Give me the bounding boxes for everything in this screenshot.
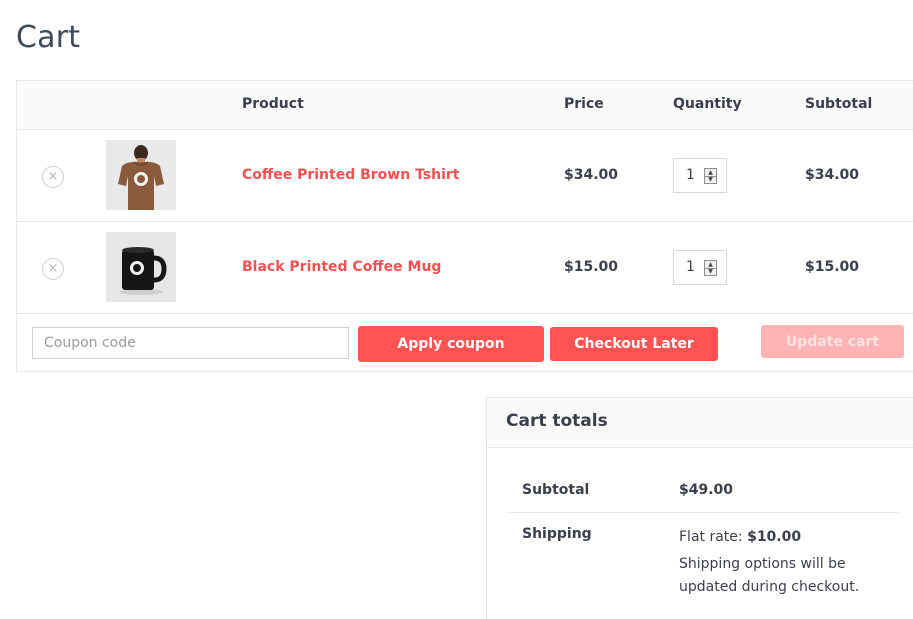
product-thumbnail[interactable] [106,140,176,210]
mug-image [106,232,176,302]
product-link[interactable]: Coffee Printed Brown Tshirt [242,167,459,183]
item-price: $34.00 [564,167,619,183]
decrement-icon[interactable]: ▼ [705,268,716,275]
coupon-input[interactable] [32,327,349,359]
item-subtotal: $15.00 [805,259,860,275]
update-cart-button[interactable]: Update cart [761,325,904,358]
table-row: × Black Printed Coffee Mug $15.00 1 ▲ ▼ … [17,222,913,314]
decrement-icon[interactable]: ▼ [705,176,716,183]
header-subtotal: Subtotal [805,96,873,112]
cart-table: Product Price Quantity Subtotal × Coffee… [16,80,913,372]
header-quantity: Quantity [673,96,742,112]
tshirt-image [106,140,176,210]
cart-actions: Apply coupon Checkout Later Update cart [17,314,913,372]
subtotal-value: $49.00 [679,482,734,498]
cart-totals-title: Cart totals [506,411,608,431]
quantity-value[interactable]: 1 [686,167,695,183]
totals-divider [507,512,899,513]
header-price: Price [564,96,604,112]
table-header: Product Price Quantity Subtotal [17,81,913,130]
item-price: $15.00 [564,259,619,275]
apply-coupon-button[interactable]: Apply coupon [358,326,544,362]
flat-rate-label: Flat rate: [679,529,748,545]
cart-totals: Cart totals Subtotal $49.00 Shipping Fla… [486,397,913,619]
remove-item-button[interactable]: × [42,258,64,280]
quantity-stepper[interactable]: 1 ▲ ▼ [673,250,727,285]
item-subtotal: $34.00 [805,167,860,183]
remove-item-button[interactable]: × [42,166,64,188]
flat-rate-value: $10.00 [747,529,802,545]
cart-totals-header: Cart totals [487,398,913,448]
spin-buttons[interactable]: ▲ ▼ [704,260,717,276]
checkout-later-button[interactable]: Checkout Later [550,327,718,361]
page-title: Cart [16,20,81,55]
quantity-stepper[interactable]: 1 ▲ ▼ [673,158,727,193]
subtotal-label: Subtotal [522,482,590,498]
spin-buttons[interactable]: ▲ ▼ [704,168,717,184]
flat-rate: Flat rate: $10.00 [679,529,801,545]
product-thumbnail[interactable] [106,232,176,302]
header-product: Product [242,96,304,112]
table-row: × Coffee Printed Brown Tshirt $34.00 1 ▲… [17,130,913,222]
shipping-label: Shipping [522,526,592,542]
quantity-value[interactable]: 1 [686,259,695,275]
shipping-note: Shipping options will be updated during … [679,556,860,595]
product-link[interactable]: Black Printed Coffee Mug [242,259,441,275]
